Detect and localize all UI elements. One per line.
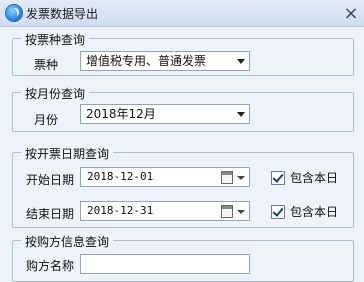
start-date-picker[interactable]: 2018-12-01 bbox=[80, 167, 250, 187]
start-date-value: 2018-12-01 bbox=[87, 170, 154, 183]
start-date-label: 开始日期 bbox=[26, 173, 75, 187]
app-icon bbox=[5, 4, 23, 22]
invoice-type-label: 票种 bbox=[34, 58, 59, 72]
close-button[interactable]: × bbox=[338, 0, 364, 26]
window-title: 发票数据导出 bbox=[26, 7, 99, 21]
section-title: 按月份查询 bbox=[21, 85, 90, 102]
invoice-type-select[interactable]: 增值税专用、普通发票 bbox=[80, 51, 250, 71]
calendar-icon[interactable] bbox=[221, 205, 233, 218]
end-date-picker[interactable]: 2018-12-31 bbox=[80, 201, 250, 221]
month-select[interactable]: 2018年12月 bbox=[80, 104, 250, 124]
buyer-name-label: 购方名称 bbox=[26, 259, 75, 273]
end-include-label: 包含本日 bbox=[290, 205, 339, 219]
start-include-label: 包含本日 bbox=[290, 171, 339, 185]
start-include-checkbox[interactable] bbox=[271, 170, 285, 185]
end-include-checkbox[interactable] bbox=[271, 204, 285, 219]
chevron-down-icon[interactable] bbox=[237, 210, 245, 214]
chevron-down-icon[interactable] bbox=[237, 112, 245, 117]
month-label: 月份 bbox=[34, 113, 59, 127]
start-include-checkbox-wrap[interactable]: 包含本日 bbox=[271, 169, 338, 186]
section-title: 按购方信息查询 bbox=[21, 233, 114, 250]
end-date-label: 结束日期 bbox=[26, 207, 75, 221]
title-bar: 发票数据导出 × bbox=[0, 0, 364, 27]
section-title: 按票种查询 bbox=[21, 31, 90, 48]
end-include-checkbox-wrap[interactable]: 包含本日 bbox=[271, 203, 338, 220]
invoice-type-value: 增值税专用、普通发票 bbox=[86, 54, 207, 68]
chevron-down-icon[interactable] bbox=[237, 59, 245, 64]
section-title: 按开票日期查询 bbox=[21, 145, 114, 162]
chevron-down-icon[interactable] bbox=[237, 176, 245, 180]
month-value: 2018年12月 bbox=[86, 107, 156, 121]
buyer-name-input[interactable] bbox=[80, 254, 250, 274]
calendar-icon[interactable] bbox=[221, 171, 233, 184]
end-date-value: 2018-12-31 bbox=[87, 204, 154, 217]
